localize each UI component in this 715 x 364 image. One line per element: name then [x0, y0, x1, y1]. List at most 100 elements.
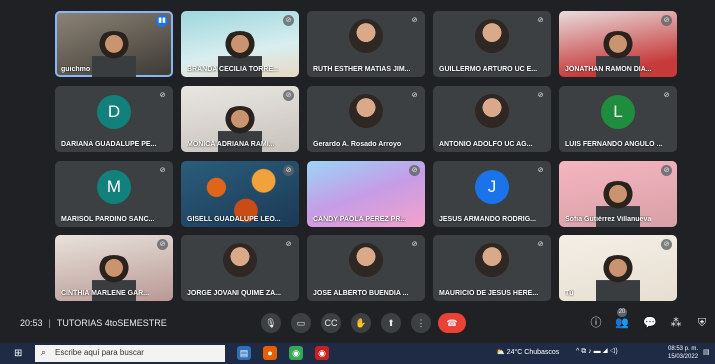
end-call-icon: ☎ [446, 318, 458, 328]
participant-tile[interactable]: ⊘ Gerardo A. Rosado Arroyo [307, 86, 425, 152]
weather-icon: ⛅ [496, 349, 507, 356]
meeting-title: TUTORIAS 4toSEMESTRE [56, 318, 167, 328]
clock-time: 08:53 p. m. [668, 346, 699, 352]
mic-off-icon: ⊘ [283, 15, 294, 26]
search-placeholder: Escribe aquí para buscar [55, 348, 144, 357]
mic-off-icon: ⊘ [159, 92, 166, 99]
participant-tile[interactable]: ⊘ CANDY PAOLA PEREZ PR... [307, 161, 425, 227]
activities-icon: ⁂ [670, 317, 682, 329]
participant-name: MARISOL PARDIÑO SANC... [61, 216, 155, 223]
captions-button[interactable]: CC [321, 313, 341, 333]
participant-tile[interactable]: ⊘ RUTH ESTHER MATIAS JIM... [307, 11, 425, 77]
participant-name: JORGE JOVANI QUIME ZA... [187, 290, 281, 297]
raise-hand-button[interactable]: ✋ [351, 313, 371, 333]
participant-tile[interactable]: ⊘ JOSE ALBERTO BUENDIA ... [307, 235, 425, 301]
activities-button[interactable]: ⁂ [668, 315, 684, 331]
tray-icons: ^ ⧉ ♪ ▬ ◢ ◁) [576, 348, 618, 355]
camera-icon: ▭ [296, 318, 306, 328]
people-button[interactable]: 20 👥 [614, 308, 630, 331]
participant-avatar [475, 19, 509, 53]
participant-tile-self[interactable]: ⊘ Tú [559, 235, 677, 301]
end-call-button[interactable]: ☎ [438, 313, 466, 333]
mic-off-icon: ⊘ [411, 241, 418, 248]
participant-tile[interactable]: ⊘ BRANDA CECILIA TORRE... [181, 11, 299, 77]
participant-name: guichmo [61, 66, 91, 73]
clock-date: 15/03/2022 [668, 354, 699, 360]
participant-name: MAURICIO DE JESUS HERE... [439, 290, 539, 297]
participant-name: MONICA ADRIANA RAMI... [187, 141, 275, 148]
windows-taskbar: ⊞ ⌕ Escribe aquí para buscar ▤ ● ◉ ◉ ⛅ 2… [0, 343, 715, 364]
mic-off-icon: ⊘ [411, 17, 418, 24]
more-options-button[interactable]: ⋮ [411, 313, 431, 333]
participant-name: GISELL GUADALUPE LEO... [187, 216, 281, 223]
mic-off-icon: ⊘ [409, 165, 420, 176]
participant-name: CINTHIA MARLENE GAR... [61, 290, 150, 297]
chat-button[interactable]: 💬 [642, 315, 658, 331]
meeting-toolbar: 20:53 | TUTORIAS 4toSEMESTRE 🎙 ▭ CC ✋ ⬆ ⋮ … [0, 308, 715, 338]
weather-widget[interactable]: ⛅ 24°C Chubascos [496, 348, 559, 356]
participant-tile[interactable]: M ⊘ MARISOL PARDIÑO SANC... [55, 161, 173, 227]
taskbar-app-firefox[interactable]: ● [263, 346, 277, 360]
participant-tile[interactable]: L ⊘ LUIS FERNANDO ANGULO ... [559, 86, 677, 152]
taskbar-app-active[interactable]: ◉ [315, 346, 329, 360]
people-count-badge: 20 [617, 308, 627, 317]
info-icon: ⓘ [590, 317, 602, 329]
camera-button[interactable]: ▭ [291, 313, 311, 333]
participant-name: CANDY PAOLA PEREZ PR... [313, 216, 407, 223]
participant-tile[interactable]: J ⊘ JESUS ARMANDO RODRIG... [433, 161, 551, 227]
shield-icon: ⛨ [697, 317, 707, 329]
participant-avatar: J [475, 170, 509, 204]
participant-avatar [349, 19, 383, 53]
system-tray-icons[interactable]: ^ ⧉ ♪ ▬ ◢ ◁) [576, 348, 618, 356]
participant-avatar [223, 243, 257, 277]
participant-name: Sofia Gutiérrez Villanueva [565, 216, 652, 223]
participant-tile[interactable]: ⊘ JORGE JOVANI QUIME ZA... [181, 235, 299, 301]
meeting-time: 20:53 [20, 318, 43, 328]
participant-name: GUILLERMO ARTURO UC E... [439, 66, 538, 73]
participant-name: RUTH ESTHER MATIAS JIM... [313, 66, 411, 73]
people-icon: 👥 [615, 317, 629, 329]
participant-tile[interactable]: D ⊘ DARIANA GUADALUPE PE... [55, 86, 173, 152]
microphone-icon: 🎙 [265, 318, 277, 328]
notifications-button[interactable]: ▤ [703, 348, 710, 356]
participant-tile[interactable]: ⊘ MAURICIO DE JESUS HERE... [433, 235, 551, 301]
present-icon: ⬆ [387, 318, 395, 328]
taskbar-app-chrome[interactable]: ◉ [289, 346, 303, 360]
participant-tile[interactable]: ⊘ GISELL GUADALUPE LEO... [181, 161, 299, 227]
participant-avatar: M [97, 170, 131, 204]
participant-grid: ▮▮ guichmo ⊘ BRANDA CECILIA TORRE... ⊘ R… [55, 11, 681, 301]
mic-off-icon: ⊘ [285, 241, 292, 248]
mic-off-icon: ⊘ [537, 167, 544, 174]
taskbar-clock[interactable]: 08:53 p. m. 15/03/2022 [668, 345, 698, 361]
host-controls-button[interactable]: ⛨ [694, 315, 710, 331]
chat-icon: 💬 [643, 317, 657, 329]
mic-off-icon: ⊘ [411, 92, 418, 99]
participant-tile[interactable]: ▮▮ guichmo [55, 11, 173, 77]
taskbar-app-file-explorer[interactable]: ▤ [237, 346, 251, 360]
mic-off-icon: ⊘ [537, 241, 544, 248]
mic-off-icon: ⊘ [661, 15, 672, 26]
participant-tile[interactable]: ⊘ ANTONIO ADOLFO UC AG... [433, 86, 551, 152]
microphone-button[interactable]: 🎙 [261, 313, 281, 333]
participant-avatar: D [97, 95, 131, 129]
participant-name: Gerardo A. Rosado Arroyo [313, 141, 402, 148]
participant-avatar [349, 94, 383, 128]
meeting-details-button[interactable]: ⓘ [588, 315, 604, 331]
app-icon: ◉ [318, 348, 326, 358]
participant-name: JONATHAN RAMON DIA... [565, 66, 652, 73]
windows-start-button[interactable]: ⊞ [14, 348, 25, 359]
participant-tile[interactable]: ⊘ Sofia Gutiérrez Villanueva [559, 161, 677, 227]
participant-name: DARIANA GUADALUPE PE... [61, 141, 157, 148]
firefox-icon: ● [267, 348, 273, 358]
mic-off-icon: ⊘ [157, 239, 168, 250]
present-button[interactable]: ⬆ [381, 313, 401, 333]
participant-tile[interactable]: ⊘ CINTHIA MARLENE GAR... [55, 235, 173, 301]
windows-logo-icon: ⊞ [14, 348, 23, 359]
participant-tile[interactable]: ⊘ GUILLERMO ARTURO UC E... [433, 11, 551, 77]
taskbar-search-box[interactable]: ⌕ Escribe aquí para buscar [35, 345, 225, 362]
weather-text: 24°C Chubascos [506, 349, 560, 356]
participant-name: JOSE ALBERTO BUENDIA ... [313, 290, 409, 297]
participant-tile[interactable]: ⊘ MONICA ADRIANA RAMI... [181, 86, 299, 152]
participant-name: Tú [565, 290, 574, 297]
participant-tile[interactable]: ⊘ JONATHAN RAMON DIA... [559, 11, 677, 77]
